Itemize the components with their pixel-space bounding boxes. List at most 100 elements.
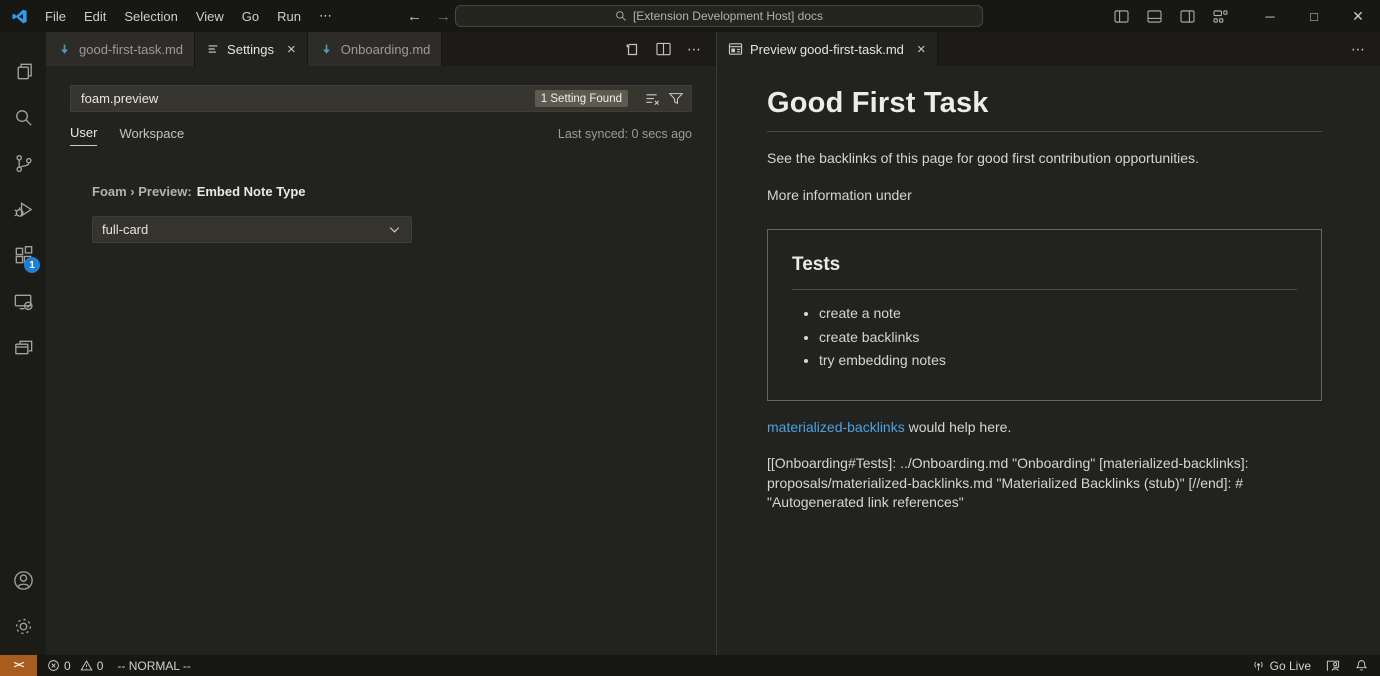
left-editor-group: good-first-task.md Settings × Onboarding…	[46, 32, 716, 655]
menu-edit[interactable]: Edit	[75, 5, 115, 28]
settings-editor: foam.preview 1 Setting Found User Worksp…	[46, 85, 716, 243]
card-list-item: try embedding notes	[819, 352, 1297, 368]
toggle-secondary-sidebar-icon[interactable]	[1180, 10, 1195, 23]
chevron-down-icon	[387, 222, 402, 237]
right-editor-group: Preview good-first-task.md × ⋯ Good Firs…	[716, 32, 1380, 655]
menu-overflow-icon[interactable]: ⋯	[310, 4, 341, 28]
broadcast-icon	[1252, 659, 1265, 672]
setting-name: Embed Note Type	[197, 184, 306, 199]
go-live-button[interactable]: Go Live	[1252, 659, 1311, 673]
extensions-icon[interactable]: 1	[0, 232, 46, 278]
backlink-tail: would help here.	[905, 419, 1012, 435]
remote-indicator[interactable]: ><	[0, 655, 37, 676]
scope-tab-workspace[interactable]: Workspace	[119, 126, 184, 146]
search-sidebar-icon[interactable]	[0, 94, 46, 140]
tab-good-first-task[interactable]: good-first-task.md	[46, 32, 195, 66]
settings-results-badge: 1 Setting Found	[535, 90, 628, 107]
tab-label: Settings	[227, 42, 274, 57]
status-bar-right: Go Live	[1252, 659, 1380, 673]
settings-search-input[interactable]: foam.preview 1 Setting Found	[70, 85, 692, 112]
menu-go[interactable]: Go	[233, 5, 268, 28]
left-tab-bar: good-first-task.md Settings × Onboarding…	[46, 32, 716, 66]
backlink-line: materialized-backlinks would help here.	[767, 418, 1322, 438]
embedded-note-title: Tests	[792, 254, 1297, 290]
setting-item: Foam › Preview: Embed Note Type full-card	[92, 184, 716, 243]
setting-category: Foam › Preview:	[92, 184, 192, 199]
left-editor-actions: ⋯	[624, 32, 716, 66]
error-icon	[47, 659, 60, 672]
tab-close-icon[interactable]: ×	[917, 42, 926, 57]
source-control-icon[interactable]	[0, 140, 46, 186]
window-close-button[interactable]: ✕	[1336, 0, 1380, 32]
editor-windows-icon[interactable]	[0, 324, 46, 370]
live-share-icon[interactable]	[1326, 659, 1340, 672]
explorer-icon[interactable]	[0, 48, 46, 94]
settings-gear-icon[interactable]	[0, 603, 46, 649]
error-count: 0	[64, 659, 71, 673]
vscode-logo-icon[interactable]	[11, 8, 28, 25]
embed-note-type-select[interactable]: full-card	[92, 216, 412, 243]
markdown-preview-icon	[728, 42, 743, 56]
right-tab-bar: Preview good-first-task.md × ⋯	[717, 32, 1380, 66]
filter-icon[interactable]	[668, 91, 684, 106]
editor-more-actions-icon[interactable]: ⋯	[1351, 41, 1366, 58]
run-debug-icon[interactable]	[0, 186, 46, 232]
preview-paragraph: See the backlinks of this page for good …	[767, 149, 1322, 169]
card-list-item: create a note	[819, 305, 1297, 321]
settings-search-value: foam.preview	[81, 91, 535, 106]
window-controls: ─ □ ✕	[1114, 0, 1380, 32]
minimize-button[interactable]: ─	[1248, 0, 1292, 32]
accounts-icon[interactable]	[0, 557, 46, 603]
toggle-sidebar-icon[interactable]	[1114, 10, 1129, 23]
toggle-panel-icon[interactable]	[1147, 10, 1162, 23]
command-center-search[interactable]: [Extension Development Host] docs	[455, 5, 983, 27]
problems-indicator[interactable]: 0 0	[47, 659, 103, 673]
forward-arrow-icon[interactable]: →	[436, 8, 451, 25]
markdown-file-icon	[57, 42, 72, 57]
settings-scope-tabs: User Workspace Last synced: 0 secs ago	[70, 125, 692, 146]
tab-onboarding[interactable]: Onboarding.md	[308, 32, 443, 66]
command-center-label: [Extension Development Host] docs	[633, 9, 823, 23]
embedded-note-list: create a note create backlinks try embed…	[792, 305, 1297, 368]
tab-label: Onboarding.md	[341, 42, 431, 57]
titlebar: File Edit Selection View Go Run ⋯ ← → [E…	[0, 0, 1380, 32]
open-settings-json-icon[interactable]	[624, 41, 640, 57]
warning-icon	[80, 659, 93, 672]
embedded-note-card: Tests create a note create backlinks try…	[767, 229, 1322, 401]
status-bar: >< 0 0 -- NORMAL -- Go Live	[0, 655, 1380, 676]
editor-more-actions-icon[interactable]: ⋯	[687, 41, 702, 58]
back-arrow-icon[interactable]: ←	[407, 8, 422, 25]
tab-label: Preview good-first-task.md	[750, 42, 904, 57]
vim-mode-indicator[interactable]: -- NORMAL --	[117, 659, 191, 673]
markdown-preview-pane: Good First Task See the backlinks of thi…	[717, 66, 1380, 513]
preview-title: Good First Task	[767, 87, 1322, 132]
tab-preview[interactable]: Preview good-first-task.md ×	[717, 32, 938, 66]
activity-bar: 1	[0, 32, 46, 655]
search-icon	[615, 10, 627, 22]
materialized-backlinks-link[interactable]: materialized-backlinks	[767, 419, 905, 435]
remote-explorer-icon[interactable]	[0, 278, 46, 324]
split-editor-icon[interactable]	[656, 42, 671, 56]
tab-close-icon[interactable]: ×	[287, 42, 296, 57]
history-nav: ← →	[407, 8, 451, 25]
warning-count: 0	[97, 659, 104, 673]
maximize-button[interactable]: □	[1292, 0, 1336, 32]
menu-file[interactable]: File	[36, 5, 75, 28]
extensions-badge: 1	[24, 257, 40, 273]
menu-bar: File Edit Selection View Go Run ⋯	[36, 4, 341, 28]
settings-list-icon	[206, 42, 220, 56]
menu-view[interactable]: View	[187, 5, 233, 28]
go-live-label: Go Live	[1270, 659, 1311, 673]
right-editor-actions: ⋯	[1351, 32, 1380, 66]
clear-filters-icon[interactable]	[644, 91, 661, 106]
setting-title: Foam › Preview: Embed Note Type	[92, 184, 716, 199]
menu-selection[interactable]: Selection	[115, 5, 186, 28]
tab-label: good-first-task.md	[79, 42, 183, 57]
tab-settings[interactable]: Settings ×	[195, 32, 308, 66]
link-references-text: [[Onboarding#Tests]: ../Onboarding.md "O…	[767, 454, 1322, 513]
bell-icon[interactable]	[1355, 659, 1368, 672]
select-value: full-card	[102, 222, 148, 237]
customize-layout-icon[interactable]	[1213, 10, 1228, 23]
scope-tab-user[interactable]: User	[70, 125, 97, 146]
menu-run[interactable]: Run	[268, 5, 310, 28]
